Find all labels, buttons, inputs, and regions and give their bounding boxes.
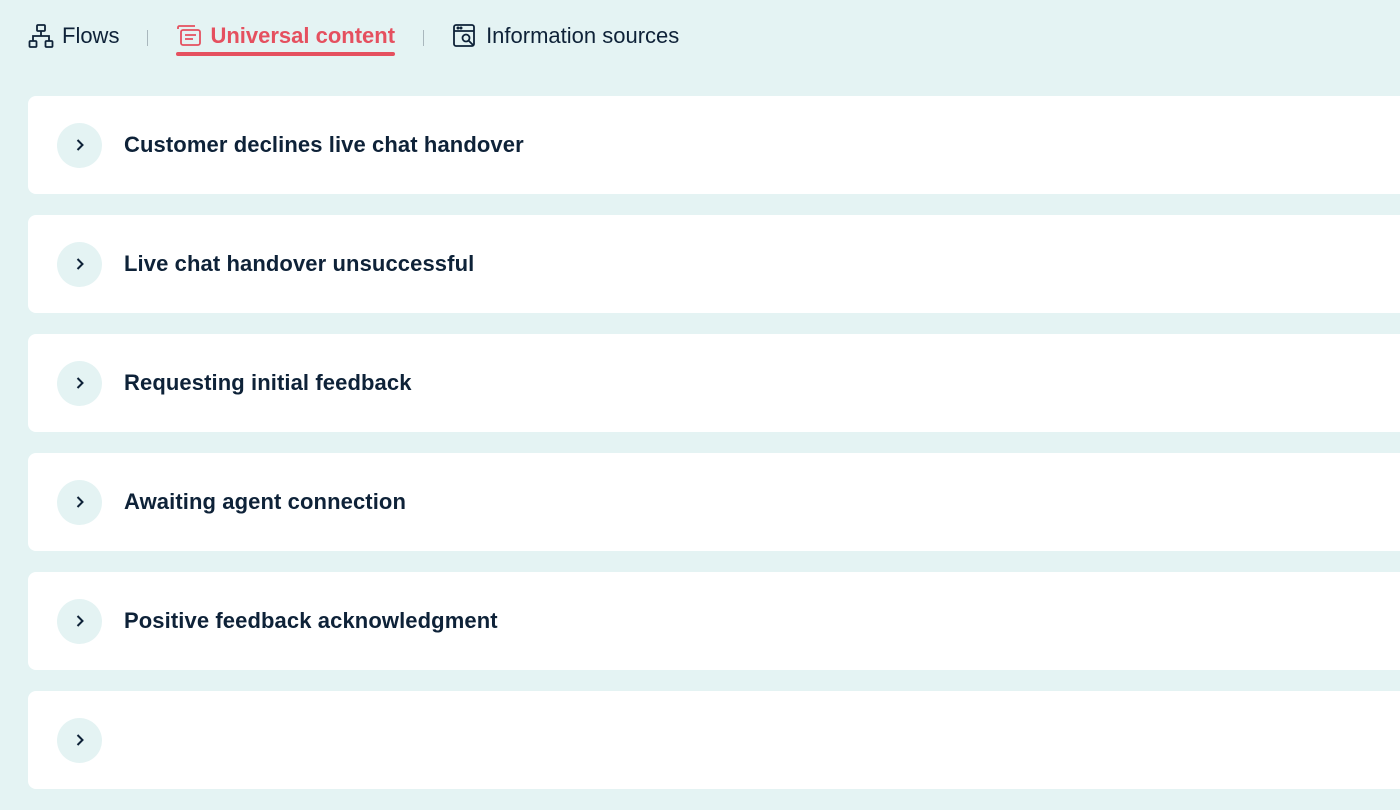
chevron-right-icon[interactable] bbox=[57, 717, 102, 763]
list-item[interactable] bbox=[28, 691, 1400, 789]
tab-universal-content[interactable]: Universal content bbox=[176, 14, 395, 58]
list-item-title: Customer declines live chat handover bbox=[124, 132, 524, 157]
tab-label: Universal content bbox=[210, 23, 396, 48]
chevron-right-icon[interactable] bbox=[57, 241, 102, 287]
list-item[interactable]: Live chat handover unsuccessful bbox=[28, 215, 1400, 313]
tab-label: Information sources bbox=[486, 23, 680, 48]
browser-search-icon bbox=[452, 23, 478, 49]
messages-icon bbox=[176, 23, 202, 49]
list-item-title: Awaiting agent connection bbox=[124, 489, 407, 514]
sitemap-icon bbox=[28, 23, 54, 49]
tab-information-sources[interactable]: Information sources bbox=[452, 14, 679, 58]
tab-divider bbox=[423, 30, 425, 46]
chevron-right-icon[interactable] bbox=[57, 598, 102, 644]
list-item[interactable]: Positive feedback acknowledgment bbox=[28, 572, 1400, 670]
content-list: Customer declines live chat handover Liv… bbox=[28, 96, 1400, 810]
list-item-title: Live chat handover unsuccessful bbox=[124, 251, 475, 276]
tab-divider bbox=[147, 30, 149, 46]
chevron-right-icon[interactable] bbox=[57, 479, 102, 525]
tab-label: Flows bbox=[62, 23, 120, 48]
tab-flows[interactable]: Flows bbox=[28, 14, 119, 58]
list-item[interactable]: Customer declines live chat handover bbox=[28, 96, 1400, 194]
list-item-title: Requesting initial feedback bbox=[124, 370, 412, 395]
chevron-right-icon[interactable] bbox=[57, 122, 102, 168]
list-item-title: Positive feedback acknowledgment bbox=[124, 608, 498, 633]
list-item[interactable]: Awaiting agent connection bbox=[28, 453, 1400, 551]
list-item[interactable]: Requesting initial feedback bbox=[28, 334, 1400, 432]
chevron-right-icon[interactable] bbox=[57, 360, 102, 406]
tab-bar: Flows Universal content Information sour… bbox=[28, 14, 679, 58]
